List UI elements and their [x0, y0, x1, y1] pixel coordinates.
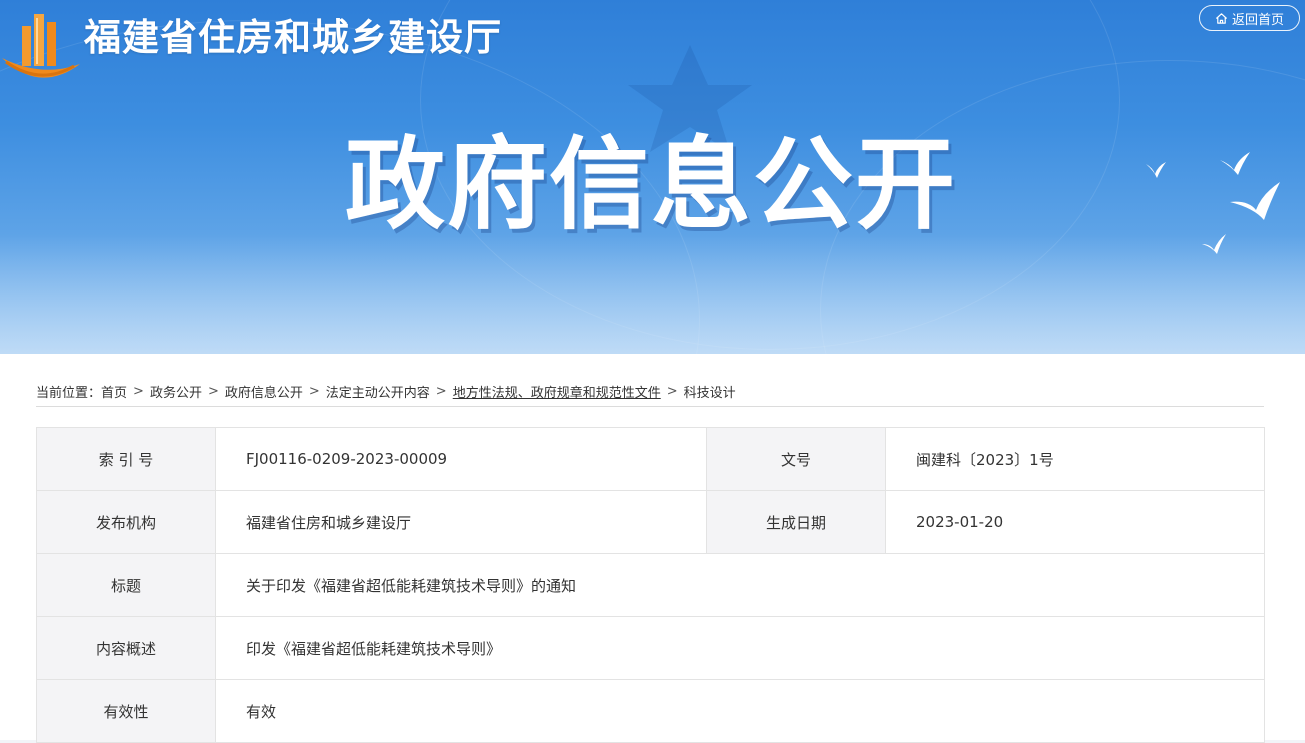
summary-value: 印发《福建省超低能耗建筑技术导则》 — [215, 616, 1265, 680]
breadcrumb-item-regulations[interactable]: 地方性法规、政府规章和规范性文件 — [453, 382, 661, 401]
date-label: 生成日期 — [706, 490, 886, 554]
table-row: 内容概述 印发《福建省超低能耗建筑技术导则》 — [36, 616, 1265, 680]
document-meta-table: 索 引 号 FJ00116-0209-2023-00009 文号 闽建科〔202… — [36, 427, 1265, 743]
breadcrumb-separator: > — [207, 383, 219, 399]
table-row: 有效性 有效 — [36, 679, 1265, 743]
hero-title: 政府信息公开 — [345, 126, 957, 243]
table-row: 索 引 号 FJ00116-0209-2023-00009 文号 闽建科〔202… — [36, 427, 1265, 491]
title-value: 关于印发《福建省超低能耗建筑技术导则》的通知 — [215, 553, 1265, 617]
index-label: 索 引 号 — [36, 427, 216, 491]
home-icon — [1215, 12, 1227, 24]
breadcrumb-item-home[interactable]: 首页 — [101, 382, 127, 401]
doc-number-value: 闽建科〔2023〕1号 — [885, 427, 1265, 491]
table-row: 发布机构 福建省住房和城乡建设厅 生成日期 2023-01-20 — [36, 490, 1265, 554]
home-button-label: 返回首页 — [1231, 12, 1284, 28]
dove-icon — [1146, 162, 1166, 178]
publisher-label: 发布机构 — [36, 490, 216, 554]
banner-glow — [0, 234, 1305, 354]
breadcrumb: 当前位置： 首页 > 政务公开 > 政府信息公开 > 法定主动公开内容 > 地方… — [36, 376, 1264, 406]
site-logo-icon — [2, 14, 80, 78]
breadcrumb-item-gov-affairs[interactable]: 政务公开 — [150, 382, 202, 401]
breadcrumb-item-tech-design[interactable]: 科技设计 — [684, 382, 736, 401]
dove-icon — [1220, 152, 1250, 175]
breadcrumb-divider — [36, 406, 1264, 407]
breadcrumb-separator: > — [666, 383, 678, 399]
dove-icon — [1230, 182, 1280, 220]
breadcrumb-separator: > — [133, 383, 144, 399]
validity-label: 有效性 — [36, 679, 216, 743]
summary-label: 内容概述 — [36, 616, 216, 680]
breadcrumb-separator: > — [308, 383, 320, 399]
index-value: FJ00116-0209-2023-00009 — [215, 427, 707, 491]
date-value: 2023-01-20 — [885, 490, 1265, 554]
breadcrumb-item-statutory-content[interactable]: 法定主动公开内容 — [326, 382, 430, 401]
breadcrumb-separator: > — [435, 383, 447, 399]
title-label: 标题 — [36, 553, 216, 617]
header-banner: 福建省住房和城乡建设厅 返回首页 政府信息公开 — [0, 0, 1305, 354]
home-button[interactable]: 返回首页 — [1199, 5, 1300, 31]
validity-value: 有效 — [215, 679, 1265, 743]
table-row: 标题 关于印发《福建省超低能耗建筑技术导则》的通知 — [36, 553, 1265, 617]
doc-number-label: 文号 — [706, 427, 886, 491]
publisher-value: 福建省住房和城乡建设厅 — [215, 490, 707, 554]
breadcrumb-item-info-disclosure[interactable]: 政府信息公开 — [225, 382, 303, 401]
breadcrumb-prefix: 当前位置： — [36, 385, 102, 401]
dove-icon — [1202, 234, 1226, 254]
content-panel: 当前位置： 首页 > 政务公开 > 政府信息公开 > 法定主动公开内容 > 地方… — [0, 354, 1305, 743]
site-title: 福建省住房和城乡建设厅 — [84, 16, 502, 59]
